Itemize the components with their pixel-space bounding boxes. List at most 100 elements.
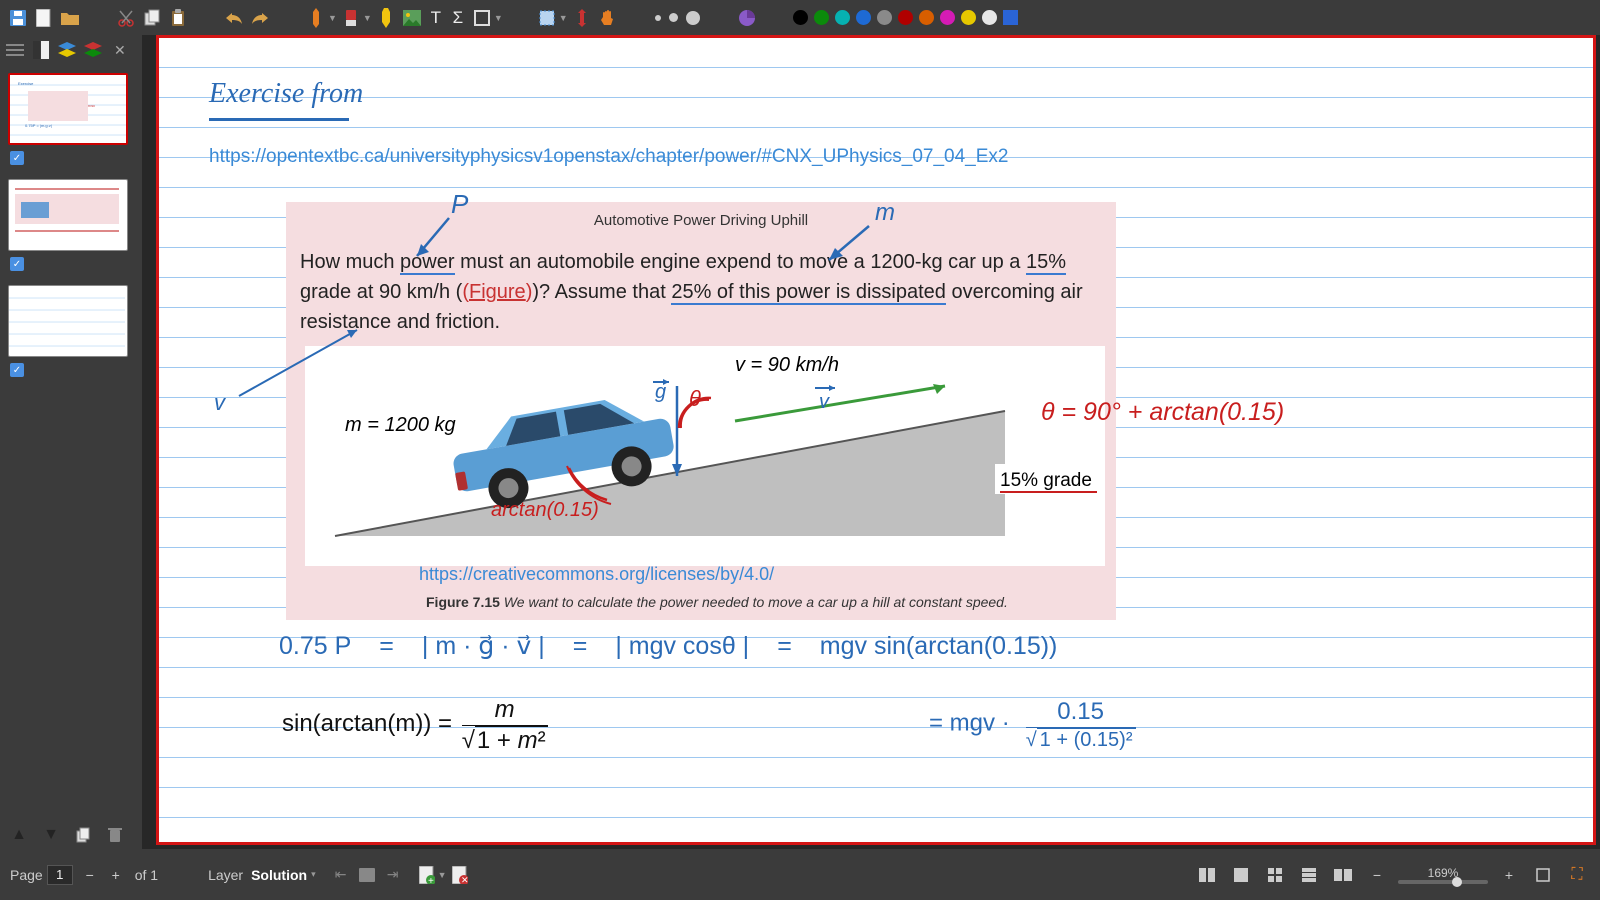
image-tool-icon[interactable] <box>400 6 424 30</box>
problem-heading: Automotive Power Driving Uphill <box>286 202 1116 229</box>
view-cols-icon[interactable] <box>1230 864 1252 886</box>
figure-link[interactable]: Figure <box>469 281 526 303</box>
open-folder-icon[interactable] <box>58 6 82 30</box>
page-plus-icon[interactable]: + <box>105 864 127 886</box>
hand-tool-icon[interactable] <box>596 6 620 30</box>
page-minus-icon[interactable]: − <box>79 864 101 886</box>
color-white[interactable] <box>982 10 997 25</box>
color-red[interactable] <box>898 10 913 25</box>
zoom-fit-icon[interactable] <box>1532 864 1554 886</box>
view-rows-icon[interactable] <box>1298 864 1320 886</box>
sidebar: ✕ Exerciseθ=900.75P = |m.g.v| ✓ ✓ ✓ <box>0 35 142 849</box>
color-cyan[interactable] <box>835 10 850 25</box>
math-tool-icon[interactable]: Σ <box>448 8 468 28</box>
paste-icon[interactable] <box>166 6 190 30</box>
formula-sin-arctan: sin(arctan(m)) = m √1 + m² <box>282 696 551 755</box>
shape-dropdown[interactable]: ▼ <box>494 13 503 23</box>
color-orange[interactable] <box>919 10 934 25</box>
thumb-3-checkbox[interactable]: ✓ <box>10 363 24 377</box>
page-of: of 1 <box>135 867 158 883</box>
main-toolbar: ▼ ▼ T Σ ▼ ▼ <box>0 0 1600 35</box>
page-label: Page <box>10 867 43 883</box>
page-add-dropdown[interactable]: ▼ <box>438 870 447 880</box>
layer-copy-icon[interactable] <box>72 824 94 846</box>
layer-up-icon[interactable]: ▲ <box>8 824 30 846</box>
svg-text:0.75P = |m.g.v|: 0.75P = |m.g.v| <box>25 123 52 128</box>
view-single-icon[interactable] <box>1196 864 1218 886</box>
svg-text:Exercise: Exercise <box>18 81 34 86</box>
nav-goto-icon[interactable] <box>356 864 378 886</box>
select-rect-icon[interactable] <box>535 6 559 30</box>
layer-value[interactable]: Solution <box>251 867 307 883</box>
text-tool-icon[interactable]: T <box>426 8 446 28</box>
sidebar-tab-layers-icon[interactable] <box>56 39 78 61</box>
page-thumb-3[interactable] <box>8 285 128 357</box>
canvas[interactable]: Exercise from https://opentextbc.ca/univ… <box>142 35 1600 849</box>
pen-icon[interactable] <box>304 6 328 30</box>
color-green[interactable] <box>814 10 829 25</box>
thickness-thin[interactable] <box>655 15 661 21</box>
view-grid-icon[interactable] <box>1264 864 1286 886</box>
zoom-in-icon[interactable]: + <box>1498 864 1520 886</box>
color-blue[interactable] <box>856 10 871 25</box>
layer-dropdown[interactable]: ▾ <box>311 869 316 880</box>
select-dropdown[interactable]: ▼ <box>559 13 568 23</box>
vert-space-icon[interactable] <box>570 6 594 30</box>
page-title: Exercise from <box>209 78 363 110</box>
thumb-2-checkbox[interactable]: ✓ <box>10 257 24 271</box>
title-underline <box>209 118 349 121</box>
figure-diagram: v = 90 km/h m = 1200 kg 15% grade <box>305 346 1105 566</box>
license-url: https://creativecommons.org/licenses/by/… <box>419 564 774 585</box>
sidebar-close-icon[interactable]: ✕ <box>114 42 126 59</box>
new-page-icon[interactable] <box>32 6 56 30</box>
undo-icon[interactable] <box>222 6 246 30</box>
v-label: v = 90 km/h <box>735 354 839 376</box>
source-url: https://opentextbc.ca/universityphysicsv… <box>209 146 1009 168</box>
thickness-thick[interactable] <box>686 11 700 25</box>
problem-text: How much power must an automobile engine… <box>286 229 1116 345</box>
layer-delete-icon[interactable] <box>104 824 126 846</box>
pen-dropdown[interactable]: ▼ <box>328 13 337 23</box>
color-current[interactable] <box>1003 10 1018 25</box>
status-bar: Page − + of 1 Layer Solution ▾ ⇤ ⇥ + ▼ ✕… <box>0 849 1600 900</box>
m-label: m = 1200 kg <box>345 414 456 436</box>
page-thumb-1[interactable]: Exerciseθ=900.75P = |m.g.v| <box>8 73 128 145</box>
redo-icon[interactable] <box>248 6 272 30</box>
sidebar-tab-pages-icon[interactable] <box>30 39 52 61</box>
thumb-1-checkbox[interactable]: ✓ <box>10 151 24 165</box>
nav-first-icon[interactable]: ⇤ <box>330 864 352 886</box>
copy-icon[interactable] <box>140 6 164 30</box>
fullscreen-icon[interactable]: ⛶ <box>1566 864 1588 886</box>
eraser-dropdown[interactable]: ▼ <box>363 13 372 23</box>
grade-label: 15% grade <box>1000 470 1092 491</box>
page-thumb-2[interactable] <box>8 179 128 251</box>
color-yellow[interactable] <box>961 10 976 25</box>
thumbnail-panel: Exerciseθ=900.75P = |m.g.v| ✓ ✓ ✓ <box>0 65 142 849</box>
equation-1: 0.75 P = | m · g⃗ · v⃗ | = | mgv cosθ | … <box>279 631 1057 661</box>
shape-recognize-icon[interactable] <box>735 6 759 30</box>
shape-tool-icon[interactable] <box>470 6 494 30</box>
page-number-input[interactable] <box>47 865 73 885</box>
highlighter-icon[interactable] <box>374 6 398 30</box>
sidebar-tab-list-icon[interactable] <box>4 39 26 61</box>
cut-icon[interactable] <box>114 6 138 30</box>
zoom-out-icon[interactable]: − <box>1366 864 1388 886</box>
color-magenta[interactable] <box>940 10 955 25</box>
save-icon[interactable] <box>6 6 30 30</box>
color-black[interactable] <box>793 10 808 25</box>
eraser-icon[interactable] <box>339 6 363 30</box>
sidebar-tab-layers2-icon[interactable] <box>82 39 104 61</box>
sidebar-footer: ▲ ▼ <box>0 821 142 849</box>
svg-text:+: + <box>428 876 434 884</box>
page-1: Exercise from https://opentextbc.ca/univ… <box>156 35 1596 845</box>
thickness-med[interactable] <box>669 13 678 22</box>
color-gray[interactable] <box>877 10 892 25</box>
figure-caption: Figure 7.15 We want to calculate the pow… <box>426 594 1008 612</box>
page-delete-icon[interactable]: ✕ <box>449 864 471 886</box>
nav-last-icon[interactable]: ⇥ <box>382 864 404 886</box>
page-add-icon[interactable]: + <box>416 864 438 886</box>
view-paired-icon[interactable] <box>1332 864 1354 886</box>
zoom-slider[interactable] <box>1398 880 1488 884</box>
layer-down-icon[interactable]: ▼ <box>40 824 62 846</box>
svg-text:✕: ✕ <box>461 875 468 884</box>
